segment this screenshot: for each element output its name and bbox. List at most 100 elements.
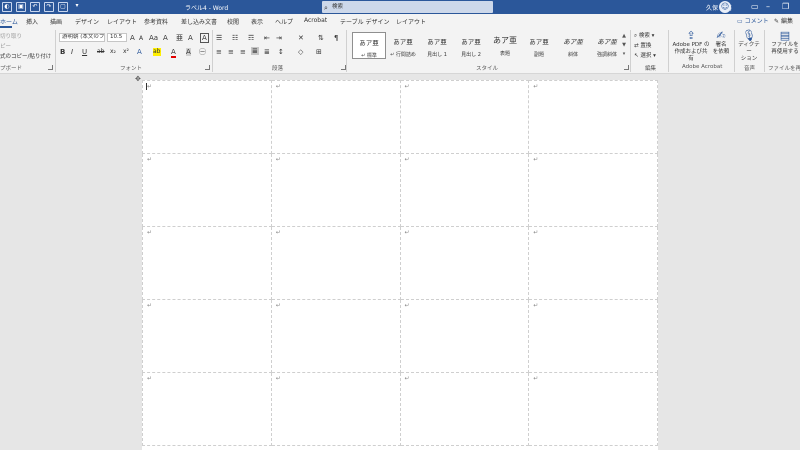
comments-button[interactable]: ▭ コメント <box>737 16 769 25</box>
enclose-characters-icon[interactable]: A <box>188 34 193 42</box>
clear-formatting-icon[interactable]: A <box>163 34 168 42</box>
shrink-font-icon[interactable]: A <box>139 35 143 43</box>
superscript-icon[interactable]: x² <box>123 48 129 56</box>
styles-launcher-icon[interactable] <box>624 65 629 70</box>
cut-button[interactable]: 切り取り <box>0 32 22 40</box>
tab-table-design[interactable]: テーブル デザイン <box>340 17 390 26</box>
decrease-indent-icon[interactable]: ⇤ <box>264 34 270 42</box>
clipboard-launcher-icon[interactable] <box>48 65 53 70</box>
copy-button[interactable]: ピー <box>0 42 11 50</box>
tab-layout[interactable]: レイアウト <box>107 17 137 26</box>
font-size-combo[interactable]: 10.5 <box>107 33 127 42</box>
highlight-color-icon[interactable]: ab <box>153 48 161 56</box>
style-title[interactable]: あア亜 表題 <box>488 32 522 59</box>
select-button[interactable]: ↖ 選択 ▾ <box>634 51 656 59</box>
tab-table-layout[interactable]: レイアウト <box>396 17 426 26</box>
label-cell[interactable]: ↵ <box>270 226 401 300</box>
save-icon[interactable]: ▣ <box>16 2 26 12</box>
autosave-icon[interactable]: ◐ <box>2 2 12 12</box>
label-table[interactable]: ↵ ↵ ↵ ↵ ↵ ↵ ↵ ↵ ↵ ↵ ↵ ↵ ↵ ↵ ↵ ↵ ↵ ↵ ↵ ↵ <box>142 80 658 446</box>
undo-icon[interactable]: ↶ <box>30 2 40 12</box>
label-cell[interactable]: ↵ <box>270 153 401 227</box>
text-direction-icon[interactable]: ✕ <box>298 34 304 42</box>
create-share-pdf-button[interactable]: ⇪ Adobe PDF の 作成および共有 <box>672 30 710 63</box>
style-no-spacing[interactable]: あア亜 ↵ 行間詰め <box>386 32 420 59</box>
character-shading-icon[interactable]: A <box>186 48 191 56</box>
align-right-icon[interactable]: ≡ <box>240 48 246 56</box>
sort-icon[interactable]: ⇅ <box>318 34 324 42</box>
request-signature-button[interactable]: ✍ 署名 を依頼 <box>710 30 732 56</box>
tab-acrobat[interactable]: Acrobat <box>304 17 327 24</box>
style-normal[interactable]: あア亜 ↵ 標準 <box>352 32 386 59</box>
label-cell[interactable]: ↵ <box>399 299 530 373</box>
bold-icon[interactable]: B <box>60 48 65 56</box>
ribbon-display-options-icon[interactable]: ▭ <box>751 1 759 13</box>
label-cell[interactable]: ↵ <box>142 299 272 373</box>
character-border-icon[interactable]: A <box>200 33 209 43</box>
label-cell[interactable]: ↵ <box>528 153 658 227</box>
increase-indent-icon[interactable]: ⇥ <box>276 34 282 42</box>
distributed-icon[interactable]: ≣ <box>264 48 270 56</box>
grow-font-icon[interactable]: A <box>130 34 135 42</box>
table-move-handle-icon[interactable]: ✥ <box>135 75 141 83</box>
align-left-icon[interactable]: ≡ <box>216 48 222 56</box>
text-effects-icon[interactable]: A <box>137 48 142 56</box>
label-cell[interactable]: ↵ <box>528 80 658 154</box>
label-cell[interactable]: ↵ <box>399 372 530 446</box>
numbering-icon[interactable]: ☷ <box>232 34 238 42</box>
style-heading-1[interactable]: あア亜 見出し 1 <box>420 32 454 59</box>
minimize-icon[interactable]: – <box>766 1 770 13</box>
justify-icon[interactable]: ≣ <box>251 47 259 55</box>
font-color-icon[interactable]: A <box>171 48 176 58</box>
paragraph-shading-icon[interactable]: ◇ <box>298 48 303 56</box>
label-cell[interactable]: ↵ <box>528 372 658 446</box>
subscript-icon[interactable]: x₂ <box>110 48 116 56</box>
label-cell[interactable]: ↵ <box>142 153 272 227</box>
underline-icon[interactable]: U <box>82 48 87 56</box>
tab-home[interactable]: ホーム <box>0 17 18 26</box>
gallery-up-icon[interactable]: ▲ <box>620 32 628 41</box>
style-subtitle[interactable]: あア亜 副題 <box>522 32 556 59</box>
font-name-combo[interactable]: 游明朝 (本文のフ <box>59 33 105 42</box>
change-case-icon[interactable]: Aa <box>149 34 158 42</box>
italic-icon[interactable]: I <box>71 48 73 56</box>
style-intense-emphasis[interactable]: あア亜 強調斜体 <box>590 32 624 59</box>
phonetic-guide-icon[interactable]: 亜 <box>176 34 183 42</box>
document-page[interactable]: ↵ ↵ ↵ ↵ ↵ ↵ ↵ ↵ ↵ ↵ ↵ ↵ ↵ ↵ ↵ ↵ ↵ ↵ ↵ ↵ <box>142 80 658 450</box>
gallery-down-icon[interactable]: ▼ <box>620 41 628 50</box>
label-cell[interactable]: ↵ <box>270 372 401 446</box>
label-cell[interactable]: ↵ <box>142 226 272 300</box>
redo-icon[interactable]: ↷ <box>44 2 54 12</box>
tab-review[interactable]: 校閲 <box>227 17 239 26</box>
tab-references[interactable]: 参考資料 <box>144 17 168 26</box>
style-emphasis[interactable]: あア亜 斜体 <box>556 32 590 59</box>
format-painter-button[interactable]: 式のコピー/貼り付け <box>0 52 51 60</box>
tab-draw[interactable]: 描画 <box>50 17 62 26</box>
reuse-files-button[interactable]: ▤ ファイルを 再使用する <box>768 30 800 56</box>
align-center-icon[interactable]: ≡ <box>228 48 234 56</box>
find-button[interactable]: ⌕ 検索 ▾ <box>634 31 654 40</box>
avatar[interactable]: ☺ <box>719 1 731 13</box>
label-cell[interactable]: ↵ <box>399 80 530 154</box>
label-cell[interactable]: ↵ <box>528 299 658 373</box>
editing-mode-button[interactable]: ✎ 編集 <box>774 16 793 25</box>
tab-view[interactable]: 表示 <box>251 17 263 26</box>
tab-help[interactable]: ヘルプ <box>275 17 293 26</box>
label-cell[interactable]: ↵ <box>142 372 272 446</box>
label-cell[interactable]: ↵ <box>270 299 401 373</box>
document-canvas[interactable]: ✥ ↵ ↵ ↵ ↵ ↵ ↵ ↵ ↵ ↵ ↵ ↵ ↵ ↵ ↵ ↵ ↵ ↵ ↵ ↵ ↵ <box>0 75 800 450</box>
replace-button[interactable]: ⇄ 置換 <box>634 41 651 49</box>
bullets-icon[interactable]: ☰ <box>216 34 222 42</box>
dictate-button[interactable]: 🎙 ディクテー ション <box>736 30 762 63</box>
tab-insert[interactable]: 挿入 <box>26 17 38 26</box>
label-cell[interactable]: ↵ <box>270 80 401 154</box>
gallery-more-icon[interactable]: ▾ <box>620 50 628 59</box>
show-marks-icon[interactable]: ¶ <box>334 34 338 42</box>
search-box[interactable]: ⌕ 検索 <box>322 1 493 13</box>
label-cell[interactable]: ↵ <box>399 153 530 227</box>
label-cell[interactable]: ↵ <box>399 226 530 300</box>
line-spacing-icon[interactable]: ↕ <box>278 48 284 56</box>
new-doc-icon[interactable]: ▢ <box>58 2 68 12</box>
enclose-circle-icon[interactable]: ㊀ <box>199 48 206 56</box>
strikethrough-icon[interactable]: ab <box>97 48 105 56</box>
